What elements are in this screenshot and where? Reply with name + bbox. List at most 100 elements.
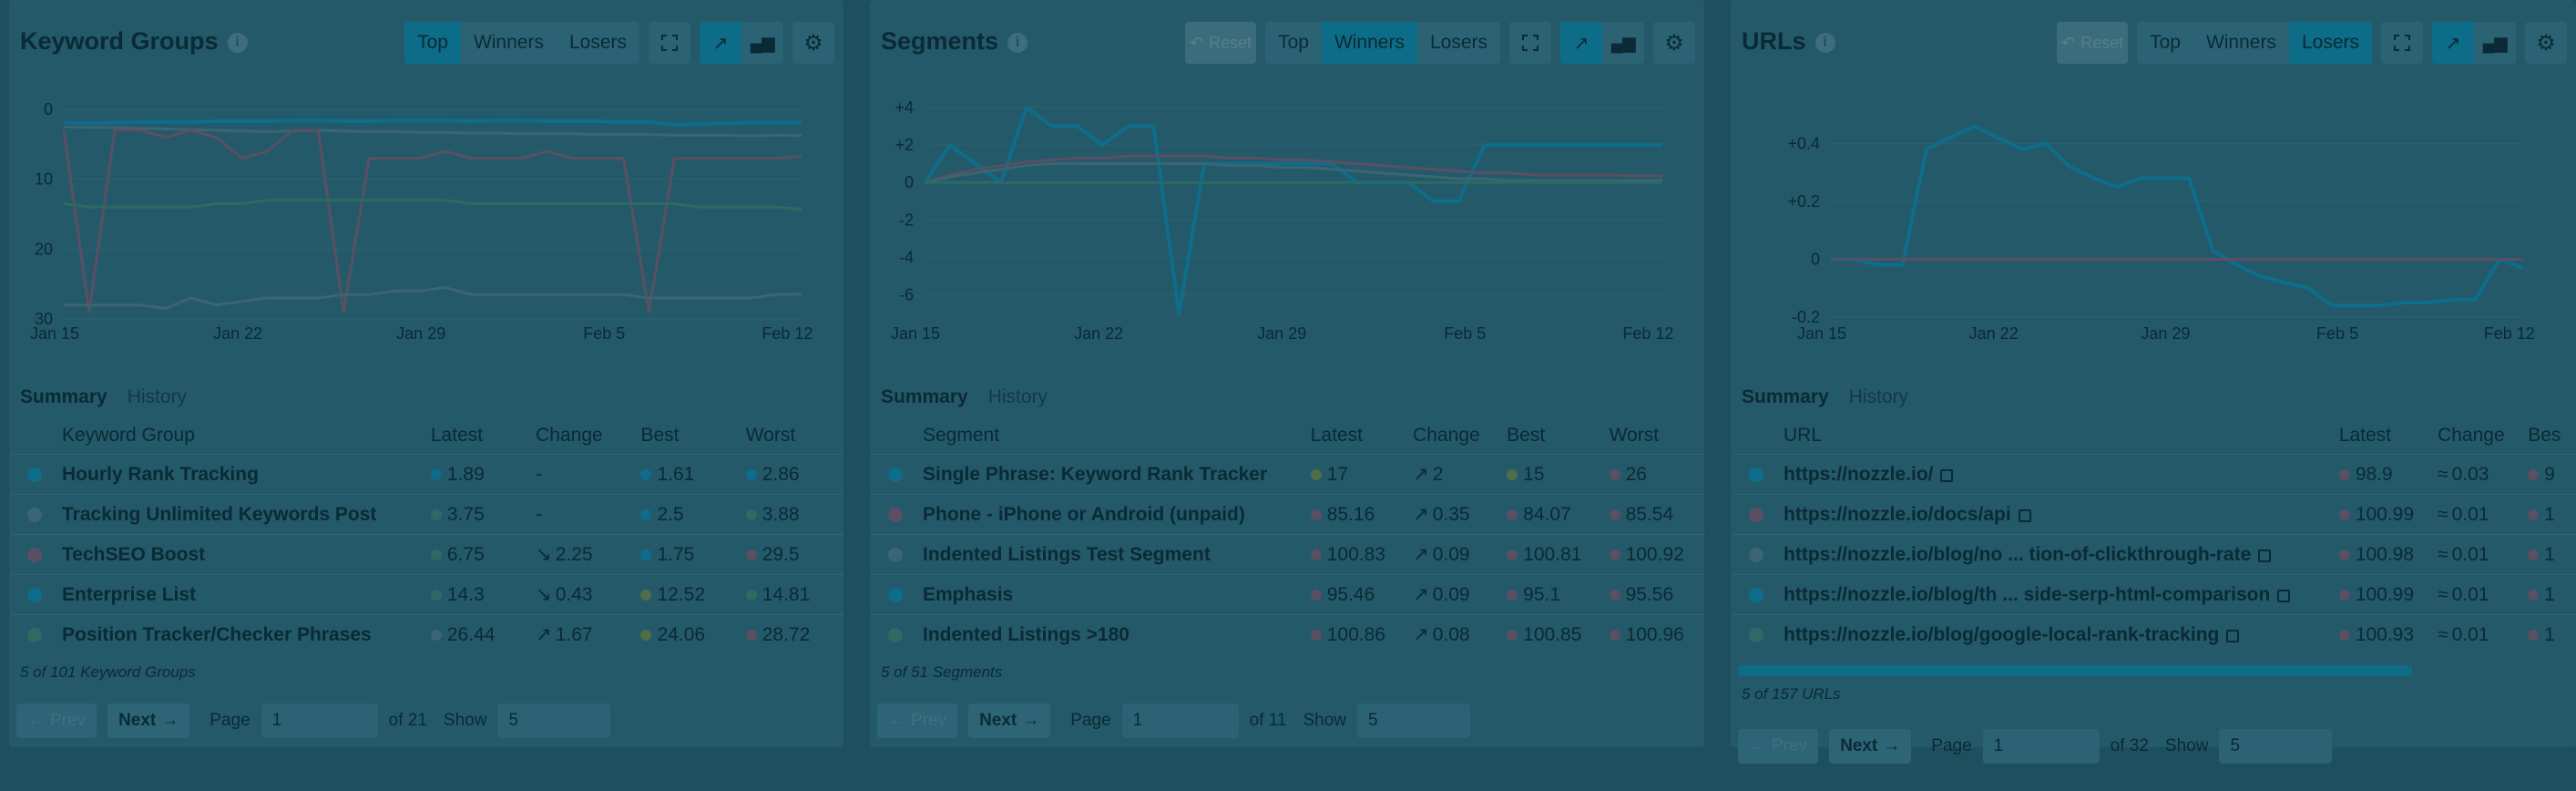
table-row[interactable]: https://nozzle.io/blog/th ... side-serp-… — [1733, 574, 2576, 615]
column-header[interactable]: URL — [1733, 417, 2332, 455]
toggle-losers-button[interactable]: Losers — [1417, 22, 1500, 64]
series-color-dot[interactable] — [27, 467, 42, 482]
row-name[interactable]: https://nozzle.io/blog/no ... tion-of-cl… — [1784, 544, 2251, 565]
prev-page-button[interactable]: ← Prev — [16, 704, 97, 738]
tab-history[interactable]: History — [988, 386, 1048, 407]
page-number-input[interactable]: 1 — [1121, 704, 1239, 738]
bar-chart-button[interactable]: ▄▆ — [741, 22, 783, 64]
row-name[interactable]: Enterprise List — [62, 584, 196, 605]
series-line[interactable] — [923, 106, 1662, 315]
series-line[interactable] — [924, 154, 1662, 184]
table-row[interactable]: Position Tracker/Checker Phrases 26.44 ↗ 1.… — [11, 614, 843, 654]
bar-chart-button[interactable]: ▄▆ — [1602, 22, 1644, 64]
info-icon[interactable]: i — [1007, 33, 1028, 53]
row-name[interactable]: https://nozzle.io/ — [1784, 464, 1933, 485]
column-header[interactable]: Latest — [2332, 417, 2430, 455]
external-link-icon[interactable] — [1940, 468, 1954, 482]
table-row[interactable]: https://nozzle.io/blog/no ... tion-of-cl… — [1733, 534, 2576, 575]
series-color-dot[interactable] — [27, 547, 42, 562]
series-line[interactable] — [64, 286, 802, 310]
row-name[interactable]: Hourly Rank Tracking — [62, 464, 259, 485]
column-header[interactable]: Change — [528, 417, 633, 455]
column-header[interactable]: Latest — [424, 417, 528, 455]
column-header[interactable]: Change — [2430, 417, 2520, 455]
toggle-top-button[interactable]: Top — [404, 22, 461, 64]
series-color-dot[interactable] — [1749, 507, 1763, 522]
line-chart-button[interactable]: ↗ — [700, 22, 741, 64]
fullscreen-button[interactable] — [649, 22, 690, 64]
series-line[interactable] — [62, 128, 802, 313]
column-header[interactable]: Latest — [1303, 417, 1406, 455]
table-row[interactable]: Indented Listings Test Segment 100.83 ↗ 0.0… — [872, 534, 1704, 575]
tab-history[interactable]: History — [128, 386, 187, 407]
toggle-winners-button[interactable]: Winners — [461, 22, 557, 64]
info-icon[interactable]: i — [227, 33, 248, 53]
page-number-input[interactable]: 1 — [1982, 729, 2100, 764]
next-page-button[interactable]: Next → — [968, 704, 1051, 738]
table-row[interactable]: Single Phrase: Keyword Rank Tracker 17 ↗ 2 1… — [872, 454, 1704, 495]
column-header[interactable]: Best — [1499, 417, 1601, 455]
fullscreen-button[interactable] — [2381, 22, 2423, 64]
line-chart-button[interactable]: ↗ — [2432, 22, 2474, 64]
row-name[interactable]: TechSEO Boost — [62, 544, 205, 565]
reset-button[interactable]: ↶ Reset — [1185, 22, 1257, 64]
table-row[interactable]: Enterprise List 14.3 ↘ 0.43 12.52 14.81 — [11, 574, 843, 615]
series-color-dot[interactable] — [1749, 587, 1763, 602]
settings-button[interactable]: ⚙ — [2525, 22, 2567, 64]
row-name[interactable]: https://nozzle.io/blog/th ... side-serp-… — [1784, 584, 2270, 605]
row-name[interactable]: Single Phrase: Keyword Rank Tracker — [923, 464, 1267, 485]
tab-history[interactable]: History — [1849, 386, 1908, 407]
series-line[interactable] — [63, 118, 802, 127]
prev-page-button[interactable]: ← Prev — [1738, 729, 1819, 764]
series-color-dot[interactable] — [888, 547, 903, 562]
page-size-select[interactable]: 5 — [2219, 729, 2333, 764]
column-header[interactable]: Change — [1406, 417, 1499, 455]
series-color-dot[interactable] — [27, 627, 42, 642]
toggle-winners-button[interactable]: Winners — [2193, 22, 2289, 64]
external-link-icon[interactable] — [2226, 629, 2240, 642]
column-header[interactable]: Worst — [1602, 417, 1704, 455]
row-name[interactable]: Position Tracker/Checker Phrases — [62, 624, 372, 645]
series-color-dot[interactable] — [1749, 547, 1763, 562]
series-color-dot[interactable] — [888, 467, 903, 482]
page-size-select[interactable]: 5 — [497, 704, 611, 738]
row-name[interactable]: Indented Listings >180 — [923, 624, 1130, 645]
fullscreen-button[interactable] — [1509, 22, 1551, 64]
row-name[interactable]: Indented Listings Test Segment — [923, 544, 1211, 565]
column-header[interactable]: Worst — [739, 417, 843, 455]
row-name[interactable]: Phone - iPhone or Android (unpaid) — [923, 504, 1245, 525]
settings-button[interactable]: ⚙ — [792, 22, 834, 64]
table-row[interactable]: Phone - iPhone or Android (unpaid) 85.16 ↗… — [872, 494, 1704, 535]
tab-summary[interactable]: Summary — [1742, 386, 1829, 407]
series-color-dot[interactable] — [27, 507, 42, 522]
prev-page-button[interactable]: ← Prev — [877, 704, 958, 738]
external-link-icon[interactable] — [2018, 508, 2031, 522]
table-row[interactable]: https://nozzle.io/98.9 ≈0.03 9 — [1733, 454, 2576, 495]
next-page-button[interactable]: Next → — [107, 704, 190, 738]
external-link-icon[interactable] — [2258, 549, 2272, 562]
table-row[interactable]: https://nozzle.io/blog/google-local-rank… — [1733, 614, 2576, 654]
table-row[interactable]: Tracking Unlimited Keywords Post 3.75 - 2.5… — [11, 494, 843, 535]
bar-chart-button[interactable]: ▄▆ — [2474, 22, 2516, 64]
row-name[interactable]: https://nozzle.io/blog/google-local-rank… — [1784, 624, 2219, 645]
column-header[interactable]: Segment — [872, 417, 1303, 455]
table-row[interactable]: Indented Listings >180 100.86 ↗ 0.08 100.85 1… — [872, 614, 1704, 654]
column-header[interactable]: Bes — [2520, 417, 2576, 455]
series-color-dot[interactable] — [27, 587, 42, 602]
toggle-winners-button[interactable]: Winners — [1321, 22, 1417, 64]
reset-button[interactable]: ↶ Reset — [2057, 22, 2129, 64]
toggle-top-button[interactable]: Top — [1265, 22, 1322, 64]
table-row[interactable]: Emphasis 95.46 ↗ 0.09 95.1 95.56 — [872, 574, 1704, 615]
page-number-input[interactable]: 1 — [261, 704, 378, 738]
external-link-icon[interactable] — [2277, 589, 2291, 602]
row-name[interactable]: Emphasis — [923, 584, 1013, 605]
series-line[interactable] — [924, 162, 1662, 184]
series-color-dot[interactable] — [888, 587, 903, 602]
tab-summary[interactable]: Summary — [20, 386, 107, 407]
series-color-dot[interactable] — [888, 507, 903, 522]
line-chart-button[interactable]: ↗ — [1560, 22, 1602, 64]
column-header[interactable]: Best — [633, 417, 738, 455]
table-row[interactable]: TechSEO Boost 6.75 ↘ 2.25 1.75 29.5 — [11, 534, 843, 575]
settings-button[interactable]: ⚙ — [1653, 22, 1695, 64]
table-row[interactable]: Hourly Rank Tracking 1.89 - 1.61 2.86 — [11, 454, 843, 495]
